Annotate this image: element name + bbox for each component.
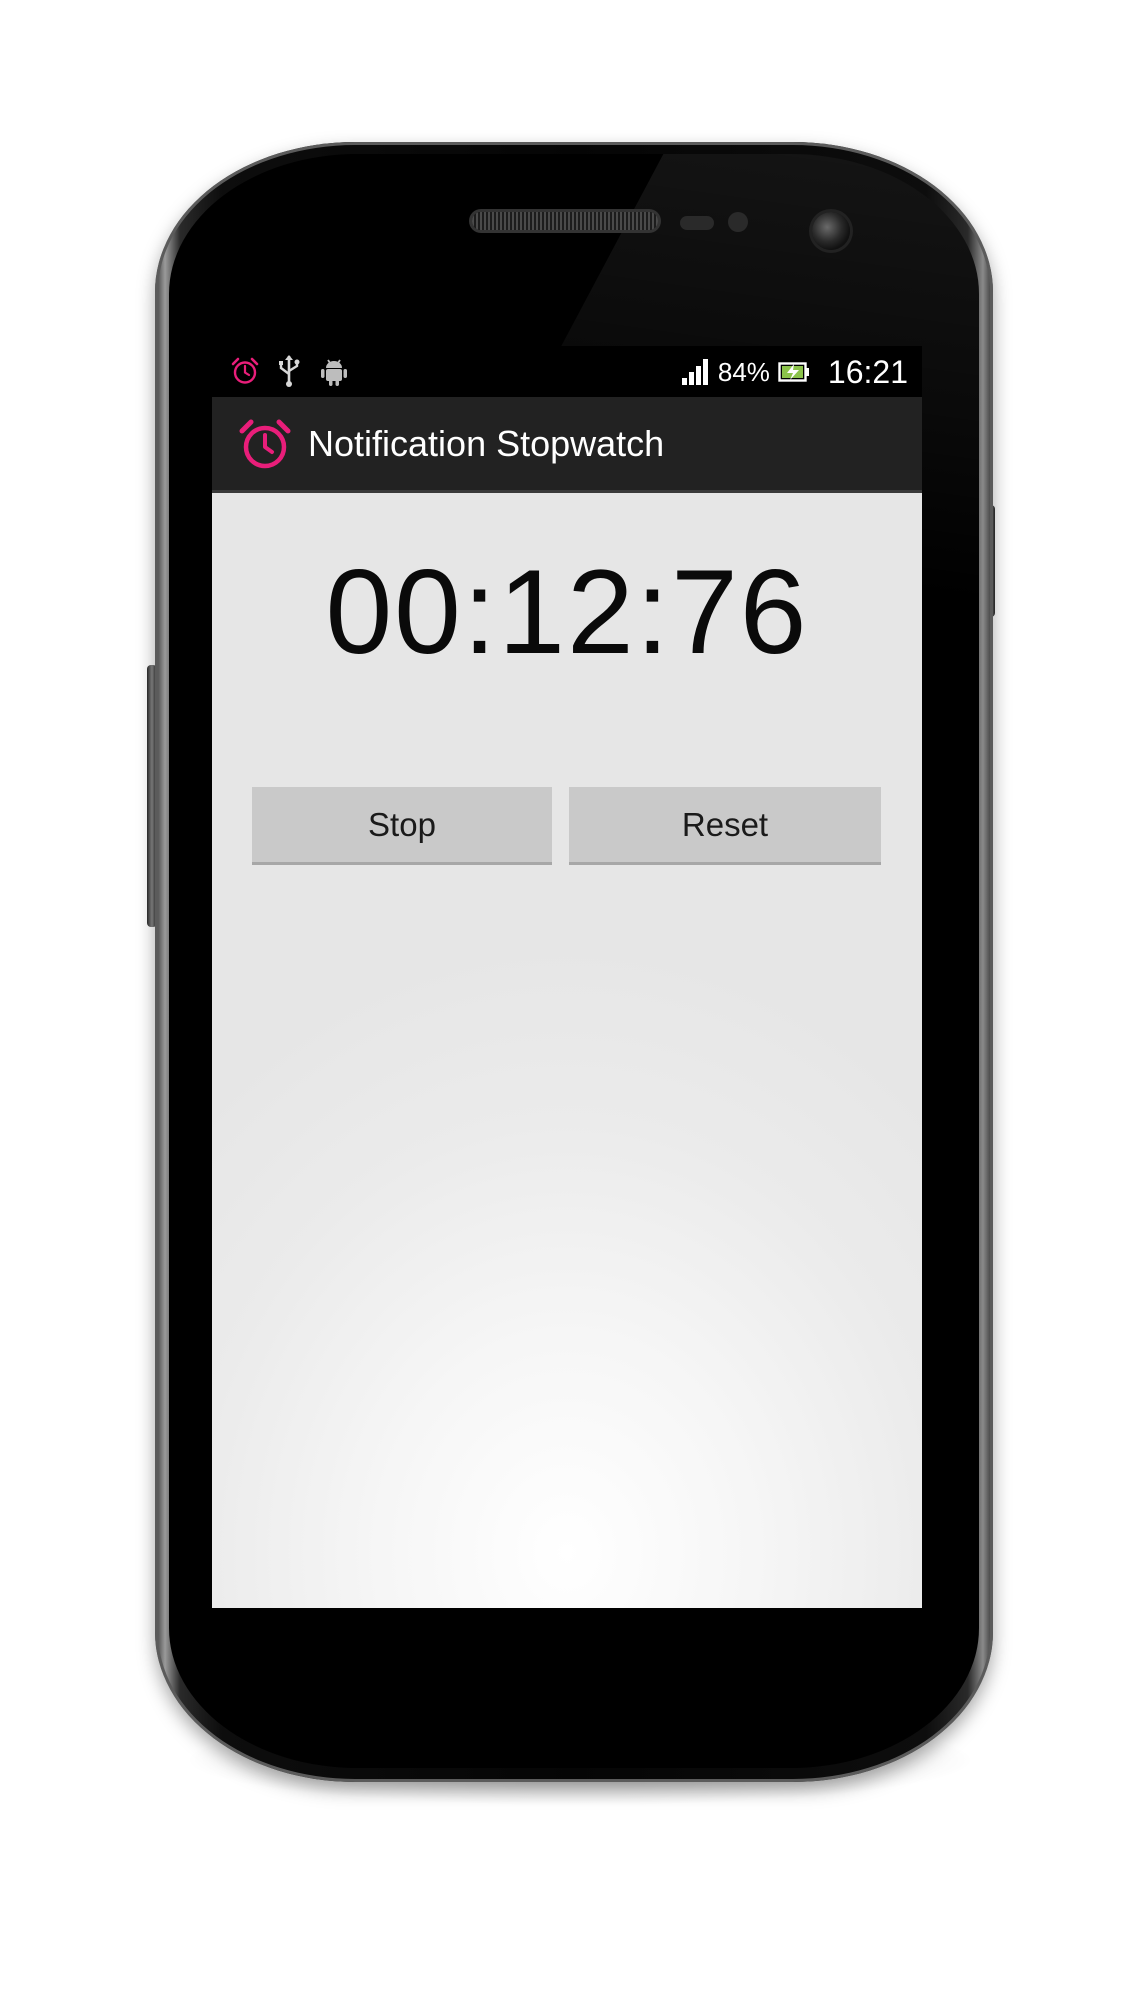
usb-icon bbox=[279, 355, 300, 387]
status-bar: 84% 16:21 bbox=[212, 346, 922, 397]
battery-charging-icon bbox=[778, 362, 809, 382]
battery-percent: 84% bbox=[717, 356, 770, 387]
earpiece-speaker bbox=[472, 212, 658, 230]
main-content: 00:12:76 Stop Reset bbox=[212, 493, 922, 1608]
action-bar: Notification Stopwatch bbox=[212, 397, 922, 493]
status-clock: 16:21 bbox=[827, 353, 908, 390]
reset-button[interactable]: Reset bbox=[569, 787, 881, 865]
stop-button[interactable]: Stop bbox=[252, 787, 552, 865]
alarm-clock-icon bbox=[239, 419, 291, 468]
notification-icons bbox=[230, 354, 350, 388]
phone-screen: 84% 16:21 Notification Stopwatch 00:12:7… bbox=[212, 346, 922, 1608]
app-title: Notification Stopwatch bbox=[308, 422, 665, 464]
android-icon bbox=[321, 359, 347, 386]
stopwatch-display: 00:12:76 bbox=[325, 545, 809, 679]
signal-strength-icon bbox=[681, 359, 708, 385]
device-mockup: 84% 16:21 Notification Stopwatch 00:12:7… bbox=[0, 0, 1148, 1994]
front-camera bbox=[812, 212, 850, 250]
light-sensor bbox=[728, 212, 748, 232]
alarm-icon bbox=[231, 357, 259, 384]
system-status: 84% 16:21 bbox=[680, 350, 908, 394]
proximity-sensor bbox=[680, 216, 714, 230]
